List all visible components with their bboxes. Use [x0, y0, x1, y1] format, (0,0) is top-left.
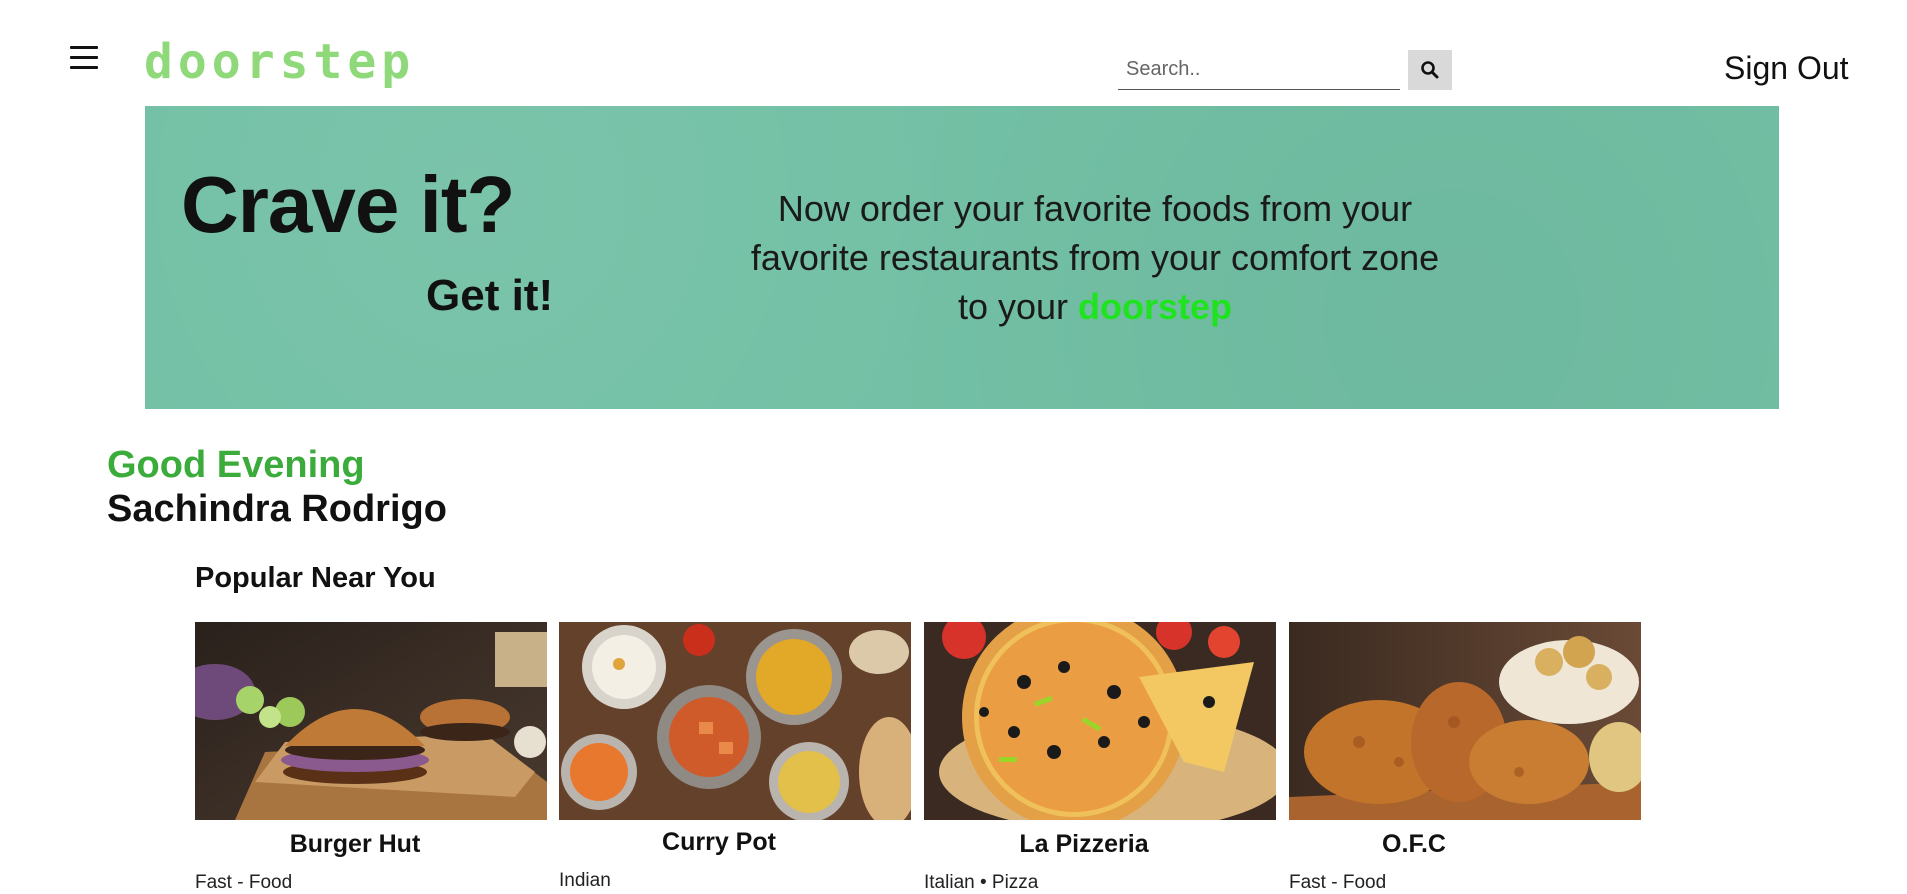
restaurant-image-curry	[559, 622, 911, 820]
restaurant-name: Burger Hut	[289, 830, 421, 858]
search-input[interactable]	[1118, 50, 1400, 90]
tagline-line-1: Now order your favorite foods from your	[777, 188, 1413, 229]
restaurant-category: Fast - Food	[195, 872, 293, 893]
search-button[interactable]	[1408, 50, 1452, 90]
restaurant-card-curry-pot[interactable]: Curry Pot Indian	[559, 622, 911, 892]
banner-brand: doorstep	[1078, 286, 1233, 327]
banner-subheadline: Get it!	[426, 271, 554, 320]
tagline-line-2: favorite restaurants from your comfort z…	[750, 237, 1440, 278]
restaurant-card-la-pizzeria[interactable]: La Pizzeria Italian • Pizza	[924, 622, 1276, 893]
tagline-line-3: to your doorstep	[745, 282, 1445, 331]
restaurant-name: O.F.C	[1382, 830, 1446, 858]
restaurant-category: Indian	[559, 870, 611, 891]
restaurant-category: Fast - Food	[1289, 872, 1387, 893]
user-name: Sachindra Rodrigo	[107, 488, 447, 530]
restaurant-name: Curry Pot	[662, 828, 776, 856]
restaurant-category: Italian • Pizza	[924, 872, 1039, 893]
banner-headline: Crave it?	[181, 160, 515, 249]
promo-banner: Crave it? Get it! Now order your favorit…	[145, 106, 1779, 409]
section-title-popular: Popular Near You	[195, 562, 436, 594]
banner-tagline: Now order your favorite foods from your …	[745, 184, 1445, 331]
logo[interactable]: doorstep	[144, 32, 415, 92]
restaurant-image-fried-chicken	[1289, 622, 1641, 820]
search-icon	[1421, 61, 1439, 79]
restaurant-image-pizza	[924, 622, 1276, 820]
restaurant-image-burger	[195, 622, 547, 820]
tagline-line-3-text: to your	[957, 286, 1069, 327]
hamburger-menu-icon[interactable]	[70, 46, 98, 70]
restaurant-card-burger-hut[interactable]: Burger Hut Fast - Food	[195, 622, 547, 893]
restaurant-card-ofc[interactable]: O.F.C Fast - Food	[1289, 622, 1641, 893]
sign-out-link[interactable]: Sign Out	[1724, 50, 1849, 87]
restaurant-name: La Pizzeria	[1019, 830, 1149, 858]
greeting-salutation: Good Evening	[107, 444, 365, 486]
